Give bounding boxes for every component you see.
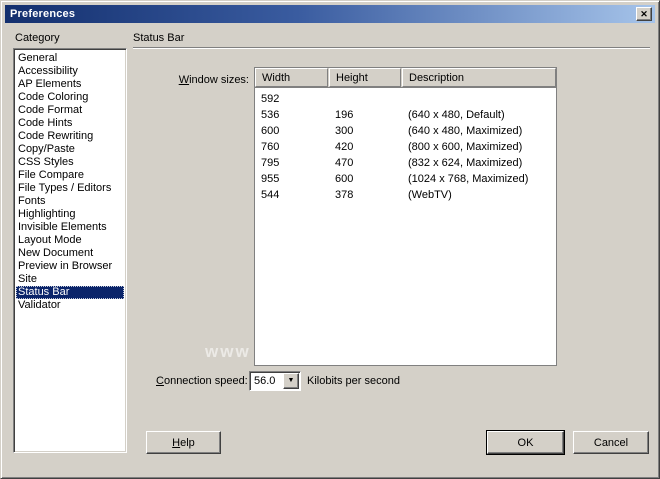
table-cell: 196	[329, 107, 402, 123]
category-item-code-hints[interactable]: Code Hints	[16, 117, 124, 130]
ok-button[interactable]: OK	[487, 431, 564, 454]
help-button-rest: elp	[180, 437, 195, 449]
cancel-button[interactable]: Cancel	[573, 431, 649, 454]
category-item-file-compare[interactable]: File Compare	[16, 169, 124, 182]
connection-speed-select[interactable]: 56.0 ▼	[249, 371, 301, 391]
table-cell: 955	[255, 171, 329, 187]
table-body: 592536196(640 x 480, Default)600300(640 …	[255, 88, 556, 203]
table-row[interactable]: 600300(640 x 480, Maximized)	[255, 123, 556, 139]
window-title: Preferences	[10, 8, 75, 20]
table-row[interactable]: 795470(832 x 624, Maximized)	[255, 155, 556, 171]
column-header-description: Description	[402, 68, 556, 87]
table-header: WidthHeightDescription	[255, 68, 556, 88]
category-item-status-bar[interactable]: Status Bar	[16, 286, 124, 299]
table-cell: 420	[329, 139, 402, 155]
connection-speed-value: 56.0	[250, 375, 283, 387]
connection-speed-unit: Kilobits per second	[307, 375, 400, 387]
table-cell: (640 x 480, Default)	[402, 107, 556, 123]
separator-line	[133, 47, 650, 49]
table-cell: (832 x 624, Maximized)	[402, 155, 556, 171]
category-item-code-format[interactable]: Code Format	[16, 104, 124, 117]
category-item-copy-paste[interactable]: Copy/Paste	[16, 143, 124, 156]
category-item-code-coloring[interactable]: Code Coloring	[16, 91, 124, 104]
category-item-invisible-elements[interactable]: Invisible Elements	[16, 221, 124, 234]
table-row[interactable]: 536196(640 x 480, Default)	[255, 107, 556, 123]
table-cell	[402, 91, 556, 107]
watermark: www	[205, 342, 251, 362]
category-item-layout-mode[interactable]: Layout Mode	[16, 234, 124, 247]
panel-title: Status Bar	[133, 32, 184, 44]
category-item-accessibility[interactable]: Accessibility	[16, 65, 124, 78]
window-sizes-table[interactable]: WidthHeightDescription 592536196(640 x 4…	[254, 67, 557, 366]
column-header-width: Width	[255, 68, 328, 87]
table-cell: 470	[329, 155, 402, 171]
category-item-preview-in-browser[interactable]: Preview in Browser	[16, 260, 124, 273]
category-item-code-rewriting[interactable]: Code Rewriting	[16, 130, 124, 143]
table-cell	[329, 91, 402, 107]
title-bar[interactable]: Preferences ✕	[5, 5, 655, 23]
connection-speed-label-mnemonic: C	[156, 375, 164, 387]
table-cell: 378	[329, 187, 402, 203]
category-item-fonts[interactable]: Fonts	[16, 195, 124, 208]
category-item-new-document[interactable]: New Document	[16, 247, 124, 260]
category-item-file-types-editors[interactable]: File Types / Editors	[16, 182, 124, 195]
table-cell: 592	[255, 91, 329, 107]
category-item-css-styles[interactable]: CSS Styles	[16, 156, 124, 169]
table-row[interactable]: 544378(WebTV)	[255, 187, 556, 203]
table-cell: (1024 x 768, Maximized)	[402, 171, 556, 187]
category-label: Category	[15, 32, 60, 44]
table-row[interactable]: 760420(800 x 600, Maximized)	[255, 139, 556, 155]
table-cell: 600	[255, 123, 329, 139]
preferences-dialog: Preferences ✕ Category GeneralAccessibil…	[0, 0, 660, 479]
category-item-ap-elements[interactable]: AP Elements	[16, 78, 124, 91]
category-item-general[interactable]: General	[16, 52, 124, 65]
help-button[interactable]: Help	[146, 431, 221, 454]
table-cell: 600	[329, 171, 402, 187]
table-cell: 300	[329, 123, 402, 139]
table-cell: (640 x 480, Maximized)	[402, 123, 556, 139]
table-cell: (800 x 600, Maximized)	[402, 139, 556, 155]
connection-speed-label-rest: onnection speed:	[164, 375, 248, 387]
close-icon: ✕	[640, 9, 648, 19]
table-cell: (WebTV)	[402, 187, 556, 203]
connection-speed-label: Connection speed:	[156, 375, 248, 387]
category-item-validator[interactable]: Validator	[16, 299, 124, 312]
window-sizes-label: Window sizes:	[167, 74, 249, 86]
window-sizes-label-rest: indow sizes:	[189, 74, 249, 86]
table-cell: 536	[255, 107, 329, 123]
table-cell: 795	[255, 155, 329, 171]
help-button-mnemonic: H	[172, 437, 180, 449]
close-button[interactable]: ✕	[636, 7, 652, 21]
category-item-highlighting[interactable]: Highlighting	[16, 208, 124, 221]
category-item-site[interactable]: Site	[16, 273, 124, 286]
table-row[interactable]: 592	[255, 91, 556, 107]
table-row[interactable]: 955600(1024 x 768, Maximized)	[255, 171, 556, 187]
column-header-height: Height	[329, 68, 401, 87]
table-cell: 544	[255, 187, 329, 203]
window-sizes-label-mnemonic: W	[179, 74, 189, 86]
category-listbox[interactable]: GeneralAccessibilityAP ElementsCode Colo…	[13, 48, 127, 453]
chevron-down-icon[interactable]: ▼	[283, 373, 299, 389]
table-cell: 760	[255, 139, 329, 155]
